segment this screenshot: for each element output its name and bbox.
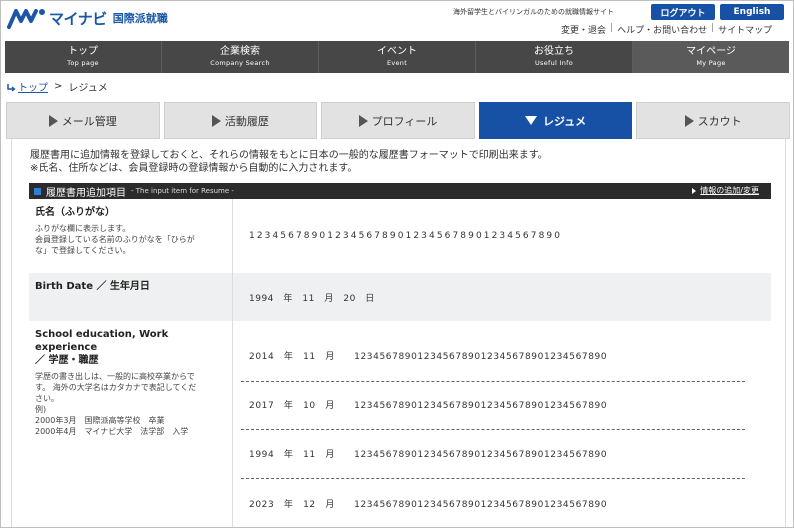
edit-info-link[interactable]: 情報の追加/変更 bbox=[692, 185, 759, 196]
history-entry: 2014 年 11 月 1234567890123456789012345678… bbox=[249, 352, 608, 362]
site-header: マイナビ 国際派就職 海外留学生とバイリンガルのための就職情報サイト ログアウト… bbox=[1, 1, 793, 41]
site-logo[interactable]: マイナビ 国際派就職 bbox=[7, 7, 168, 29]
sublink-separator: | bbox=[711, 23, 715, 33]
section-title: 履歴書用追加項目 bbox=[46, 187, 126, 199]
breadcrumb-home-link[interactable]: トップ bbox=[18, 79, 48, 94]
site-tagline: 海外留学生とバイリンガルのための就職情報サイト bbox=[453, 8, 614, 16]
field-title: Birth Date ／ 生年月日 bbox=[35, 281, 150, 292]
field-label: Birth Date ／ 生年月日 bbox=[29, 273, 232, 321]
nav-item-my-page[interactable]: マイページ My Page bbox=[633, 41, 789, 73]
edit-info-label: 情報の追加/変更 bbox=[700, 186, 759, 195]
intro-text: 履歴書用に追加情報を登録しておくと、それらの情報をもとに日本の一般的な履歴書フォ… bbox=[30, 149, 548, 175]
field-description: ふりがな欄に表示します。 会員登録している名前のふりがなを「ひらが な」で登録し… bbox=[35, 223, 226, 256]
field-value: 1234567890123456789012345678901234567890 bbox=[232, 199, 771, 273]
section-header: 履歴書用追加項目 - The input item for Resume - 情… bbox=[29, 183, 771, 199]
square-bullet-icon bbox=[34, 187, 41, 195]
logo-subtitle: 国際派就職 bbox=[112, 12, 168, 25]
intro-line: 履歴書用に追加情報を登録しておくと、それらの情報をもとに日本の一般的な履歴書フォ… bbox=[30, 150, 548, 161]
nav-label-jp: トップ bbox=[68, 46, 98, 57]
field-value: 1994 年 11 月 20 日 bbox=[232, 273, 771, 321]
nav-label-jp: イベント bbox=[377, 46, 417, 57]
field-title-jp: ／ 学歴・職歴 bbox=[35, 355, 99, 366]
field-value: 2014 年 11 月 1234567890123456789012345678… bbox=[232, 321, 771, 527]
page-frame: マイナビ 国際派就職 海外留学生とバイリンガルのための就職情報サイト ログアウト… bbox=[0, 0, 794, 528]
entry-divider bbox=[241, 478, 745, 479]
field-label: 氏名（ふりがな） ふりがな欄に表示します。 会員登録している名前のふりがなを「ひ… bbox=[29, 199, 232, 273]
section-subtitle: - The input item for Resume - bbox=[131, 187, 234, 195]
history-entry: 1994 年 11 月 1234567890123456789012345678… bbox=[249, 450, 608, 460]
nav-label-jp: 企業検索 bbox=[220, 46, 260, 57]
home-arrow-icon bbox=[7, 83, 16, 92]
resume-panel: 履歴書用に追加情報を登録しておくと、それらの情報をもとに日本の一般的な履歴書フォ… bbox=[11, 139, 786, 527]
field-description: 学歴の書き出しは、一般的に高校卒業からで す。 海外の大学名はカタカナで表記して… bbox=[35, 371, 226, 437]
tab-label: 活動履歴 bbox=[224, 114, 269, 128]
nav-label-en: Event bbox=[386, 59, 408, 67]
breadcrumb: トップ > レジュメ bbox=[6, 79, 108, 94]
tab-activity-history[interactable]: 活動履歴 bbox=[163, 102, 318, 139]
nav-label-en: Company Search bbox=[210, 59, 270, 67]
intro-note: ※氏名、住所などは、会員登録時の登録情報から自動的に入力されます。 bbox=[30, 163, 358, 174]
desc-line: 2000年3月 国際派高等学校 卒業 bbox=[35, 416, 165, 425]
tab-label: メール管理 bbox=[61, 114, 117, 128]
desc-line: な」で登録してください。 bbox=[35, 246, 131, 255]
account-change-link[interactable]: 変更・退会 bbox=[561, 23, 606, 36]
tab-scout[interactable]: スカウト bbox=[636, 102, 790, 139]
nav-item-top[interactable]: トップ Top page bbox=[5, 41, 162, 73]
tab-label: レジュメ bbox=[542, 114, 587, 128]
nav-label-jp: お役立ち bbox=[534, 46, 574, 57]
sitemap-link[interactable]: サイトマップ bbox=[718, 23, 772, 36]
logo-text: マイナビ bbox=[49, 9, 107, 28]
arrow-right-icon bbox=[692, 187, 697, 194]
tab-label: プロフィール bbox=[371, 114, 438, 128]
birth-date-value: 1994 年 11 月 20 日 bbox=[249, 294, 375, 304]
field-row-birth-date: Birth Date ／ 生年月日 1994 年 11 月 20 日 bbox=[29, 273, 771, 321]
entry-divider bbox=[241, 381, 745, 382]
triangle-right-icon bbox=[48, 114, 58, 127]
triangle-right-icon bbox=[358, 114, 368, 127]
nav-label-en: Useful Info bbox=[534, 59, 574, 67]
history-entry: 2017 年 10 月 1234567890123456789012345678… bbox=[249, 401, 608, 411]
mynavi-logo-icon bbox=[7, 9, 45, 29]
name-furigana-value: 1234567890123456789012345678901234567890 bbox=[249, 231, 563, 241]
nav-label-en: My Page bbox=[696, 59, 726, 67]
field-label: School education, Work experience ／ 学歴・職… bbox=[29, 321, 232, 527]
help-contact-link[interactable]: ヘルプ・お問い合わせ bbox=[617, 23, 707, 36]
tab-mail[interactable]: メール管理 bbox=[6, 102, 160, 139]
global-nav: トップ Top page 企業検索 Company Search イベント Ev… bbox=[5, 41, 789, 73]
field-row-name: 氏名（ふりがな） ふりがな欄に表示します。 会員登録している名前のふりがなを「ひ… bbox=[29, 199, 771, 273]
tab-resume[interactable]: レジュメ bbox=[478, 102, 633, 139]
tab-label: スカウト bbox=[697, 114, 742, 128]
desc-line: 学歴の書き出しは、一般的に高校卒業からで bbox=[35, 372, 195, 381]
field-title: School education, Work experience bbox=[35, 329, 169, 353]
header-sublinks: 変更・退会 | ヘルプ・お問い合わせ | サイトマップ bbox=[561, 23, 772, 36]
desc-line: 2000年4月 マイナビ大学 法学部 入学 bbox=[35, 427, 189, 436]
tab-profile[interactable]: プロフィール bbox=[321, 102, 475, 139]
desc-line: 例) bbox=[35, 405, 47, 414]
triangle-right-icon bbox=[684, 114, 694, 127]
entry-divider bbox=[241, 429, 745, 430]
desc-line: さい。 bbox=[35, 394, 59, 403]
field-row-education: School education, Work experience ／ 学歴・職… bbox=[29, 321, 771, 527]
nav-item-event[interactable]: イベント Event bbox=[319, 41, 476, 73]
sublink-separator: | bbox=[610, 23, 614, 33]
breadcrumb-current: レジュメ bbox=[68, 83, 108, 94]
nav-item-useful-info[interactable]: お役立ち Useful Info bbox=[476, 41, 633, 73]
triangle-down-icon bbox=[524, 116, 537, 125]
field-title: 氏名（ふりがな） bbox=[35, 207, 115, 218]
desc-line: 会員登録している名前のふりがなを「ひらが bbox=[35, 235, 195, 244]
mypage-tabs: メール管理 活動履歴 プロフィール レジュメ スカウト bbox=[6, 102, 790, 139]
logout-button[interactable]: ログアウト bbox=[651, 4, 715, 20]
history-entry: 2023 年 12 月 1234567890123456789012345678… bbox=[249, 500, 608, 510]
triangle-right-icon bbox=[211, 114, 221, 127]
nav-label-jp: マイページ bbox=[686, 46, 736, 57]
nav-item-company-search[interactable]: 企業検索 Company Search bbox=[162, 41, 319, 73]
english-button[interactable]: English bbox=[720, 4, 784, 20]
breadcrumb-separator: > bbox=[54, 81, 63, 92]
nav-label-en: Top page bbox=[67, 59, 99, 67]
desc-line: ふりがな欄に表示します。 bbox=[35, 224, 131, 233]
desc-line: す。 海外の大学名はカタカナで表記してくだ bbox=[35, 383, 197, 392]
